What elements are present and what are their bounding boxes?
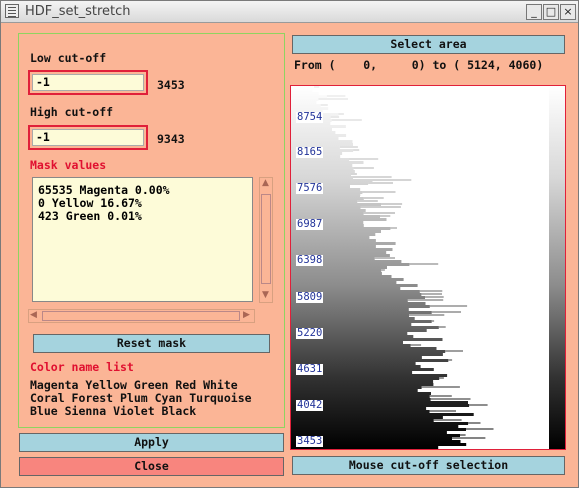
color-name-list-label: Color name list (30, 360, 134, 374)
histogram-image (291, 86, 565, 449)
high-cutoff-box: -1 (28, 125, 148, 150)
mask-values-label: Mask values (30, 158, 107, 172)
histogram-tick: 5809 (296, 291, 324, 303)
high-cutoff-input[interactable]: -1 (32, 129, 144, 146)
mask-horizontal-scrollbar[interactable]: ◀ ▶ (28, 309, 255, 323)
window-menu-icon[interactable] (5, 4, 19, 18)
scroll-left-icon[interactable]: ◀ (30, 310, 37, 320)
color-name-list: Magenta Yellow Green Red White Coral Fore… (30, 379, 252, 418)
minimize-icon[interactable]: _ (526, 4, 542, 20)
histogram-tick: 6398 (296, 254, 324, 266)
high-cutoff-value: 9343 (157, 132, 185, 146)
low-cutoff-input[interactable]: -1 (32, 74, 144, 91)
histogram-tick: 4042 (296, 399, 324, 411)
mask-vertical-scrollbar[interactable]: ▲ ▼ (259, 177, 273, 303)
low-cutoff-box: -1 (28, 70, 148, 95)
low-cutoff-label: Low cut-off (30, 51, 107, 65)
histogram-view[interactable]: 8754 8165 7576 6987 6398 5809 5220 4631 … (290, 85, 566, 450)
horizontal-scroll-thumb[interactable] (42, 311, 240, 321)
select-area-button[interactable]: Select area (292, 35, 565, 54)
stretch-window: HDF_set_stretch _ □ × Low cut-off -1 345… (0, 0, 579, 488)
title-bar: HDF_set_stretch _ □ × (1, 1, 578, 23)
maximize-icon[interactable]: □ (543, 4, 559, 20)
scroll-down-icon[interactable]: ▼ (262, 290, 269, 300)
close-button[interactable]: Close (19, 457, 284, 476)
scroll-up-icon[interactable]: ▲ (262, 178, 269, 188)
histogram-tick: 8754 (296, 111, 324, 123)
mouse-cutoff-selection-button[interactable]: Mouse cut-off selection (292, 456, 565, 475)
mask-values-textarea[interactable]: 65535 Magenta 0.00% 0 Yellow 16.67% 423 … (32, 177, 253, 302)
histogram-tick: 3453 (296, 435, 324, 447)
vertical-scroll-thumb[interactable] (261, 194, 271, 284)
reset-mask-button[interactable]: Reset mask (33, 334, 270, 353)
area-coordinates: From ( 0, 0) to ( 5124, 4060) (294, 58, 544, 72)
color-name-line: Blue Sienna Violet Black (30, 404, 197, 418)
grayscale-colorbar (549, 86, 565, 449)
close-window-icon[interactable]: × (560, 4, 576, 20)
mask-line: 423 Green 0.01% (38, 209, 142, 223)
histogram-tick: 4631 (296, 363, 324, 375)
apply-button[interactable]: Apply (19, 433, 284, 452)
high-cutoff-label: High cut-off (30, 105, 114, 119)
histogram-tick: 7576 (296, 182, 324, 194)
histogram-tick: 5220 (296, 327, 324, 339)
histogram-tick: 8165 (296, 146, 324, 158)
scroll-right-icon[interactable]: ▶ (243, 310, 250, 320)
histogram-tick: 6987 (296, 218, 324, 230)
window-title: HDF_set_stretch (25, 4, 131, 19)
low-cutoff-value: 3453 (157, 78, 185, 92)
